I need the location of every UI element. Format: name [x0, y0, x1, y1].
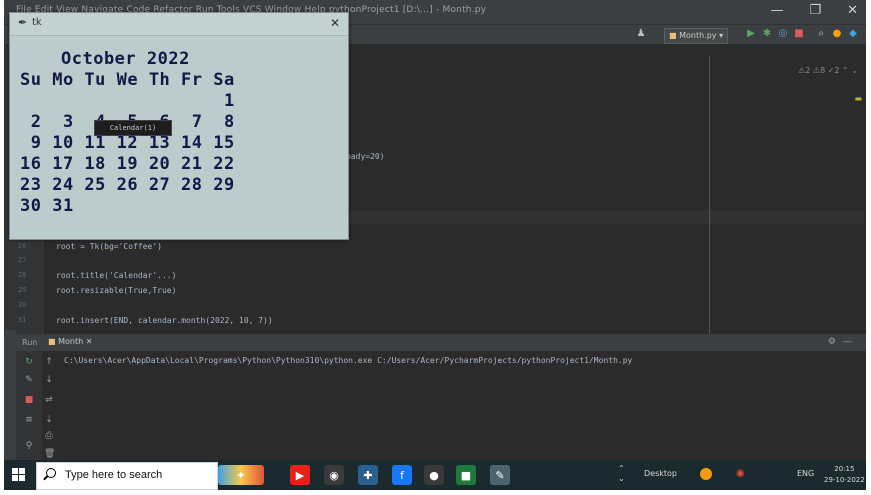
delete-icon[interactable]: 🗑: [44, 449, 55, 459]
tk-window-title: tk: [32, 17, 42, 28]
windows-taskbar: Type here to search ✦ ▶ ◉ ✚ f ● ■ ✎ ⌃ ⌄ D…: [4, 460, 866, 490]
youtube-icon[interactable]: ▶: [290, 465, 310, 485]
wrench-icon[interactable]: ✎: [24, 375, 34, 385]
taskbar-tooltip: Calendar(1): [94, 120, 172, 136]
tray-chrome-icon[interactable]: ◉: [736, 468, 745, 479]
coverage-icon[interactable]: ◎: [778, 29, 788, 39]
clock[interactable]: 20:15 29-10-2022: [824, 464, 865, 486]
language-indicator[interactable]: ENG: [797, 469, 814, 478]
start-button[interactable]: [12, 468, 26, 482]
close-icon[interactable]: ✕: [847, 3, 858, 18]
line-number: 29: [18, 286, 27, 294]
code-line: root.title('Calendar'...): [56, 271, 177, 280]
line-number: 31: [18, 316, 27, 324]
desktop-screen: File Edit View Navigate Code Refactor Ru…: [4, 0, 866, 490]
down-arrow-icon[interactable]: ↓: [44, 375, 54, 385]
code-line: root.resizable(True,True): [56, 286, 177, 295]
up-arrow-icon[interactable]: ↑: [44, 357, 54, 367]
stop-icon[interactable]: ■: [24, 395, 34, 405]
code-line: pady=20): [346, 152, 385, 161]
line-number: 30: [18, 301, 27, 309]
taskbar-search-box[interactable]: Type here to search: [36, 462, 218, 490]
settings-icon[interactable]: ⚙: [828, 337, 836, 347]
desktop-toolbar-label[interactable]: Desktop: [644, 469, 677, 478]
line-number: 26: [18, 242, 27, 250]
calendar-week-row: 9 10 11 12 13 14 15: [20, 133, 235, 153]
calendar-weekday-row: Su Mo Tu We Th Fr Sa: [20, 70, 235, 90]
search-placeholder: Type here to search: [65, 469, 163, 481]
line-number: 28: [18, 271, 27, 279]
soft-wrap-icon[interactable]: ⇌: [44, 395, 54, 405]
python-icon[interactable]: ✚: [358, 465, 378, 485]
run-panel-label: Run: [22, 338, 38, 347]
tk-titlebar[interactable]: ✒ tk ✕: [10, 13, 348, 36]
scroll-end-icon[interactable]: ⇣: [44, 415, 54, 425]
maximize-icon[interactable]: ❐: [809, 3, 821, 18]
clock-date: 29-10-2022: [824, 476, 865, 484]
calendar-week-row: 1: [20, 91, 235, 111]
widgets-icon[interactable]: ✦: [218, 465, 264, 485]
update-icon[interactable]: ●: [832, 29, 842, 39]
close-icon[interactable]: ✕: [330, 16, 340, 30]
code-line: root = Tk(bg='Coffee'): [56, 242, 162, 251]
run-panel-header: Run ■ Month ✕ ⚙ —: [4, 335, 866, 351]
pycharm-icon[interactable]: ■: [456, 465, 476, 485]
error-stripe-mark: ▬: [854, 94, 862, 103]
print-icon[interactable]: ⎙: [44, 431, 54, 441]
tk-calendar-window[interactable]: ✒ tk ✕ October 2022 Su Mo Tu We Th Fr Sa…: [9, 12, 349, 240]
layout-icon[interactable]: ≡: [24, 415, 34, 425]
calendar-week-row: 23 24 25 26 27 28 29: [20, 175, 235, 195]
rerun-icon[interactable]: ↻: [24, 357, 34, 367]
code-line: root.insert(END, calendar.month(2022, 10…: [56, 316, 273, 325]
calendar-week-row: 30 31: [20, 196, 74, 216]
run-tab-label: Month: [58, 337, 84, 346]
facebook-icon[interactable]: f: [392, 465, 412, 485]
line-number: 27: [18, 256, 27, 264]
right-margin-guide: [709, 56, 710, 334]
minimize-panel-icon[interactable]: —: [843, 337, 852, 347]
run-config-label: Month.py: [679, 31, 717, 40]
search-icon: [46, 468, 56, 478]
calendar-text: October 2022 Su Mo Tu We Th Fr Sa 1 2 3 …: [10, 35, 348, 239]
run-console-output[interactable]: C:\Users\Acer\AppData\Local\Programs\Pyt…: [64, 356, 632, 365]
minimize-icon[interactable]: —: [770, 3, 783, 18]
window-controls: — ❐ ✕: [770, 3, 858, 18]
run-tool-window: Run ■ Month ✕ ⚙ — ↻ ✎ ■ ≡ ⚲ ↑ ↓ ⇌ ⇣ ⎙ 🗑 …: [4, 334, 866, 461]
plugin-icon[interactable]: ◆: [848, 29, 858, 39]
taskbar-scroll-icon[interactable]: ⌃ ⌄: [618, 464, 625, 484]
tray-app-icon[interactable]: [700, 468, 712, 480]
python-file-icon: ■: [48, 337, 56, 346]
obs-icon[interactable]: ●: [424, 465, 444, 485]
run-tab-month[interactable]: ■ Month ✕: [48, 337, 92, 346]
inspection-widget[interactable]: ⚠2 ⚠8 ✓2 ⌃ ⌄: [798, 66, 858, 75]
notepad-icon[interactable]: ✎: [490, 465, 510, 485]
debug-icon[interactable]: ✱: [762, 29, 772, 39]
run-config-select[interactable]: ■ Month.py ▾: [664, 28, 729, 44]
tk-feather-icon: ✒: [18, 16, 28, 29]
calendar-month-header: October 2022: [61, 49, 190, 69]
calendar-week-row: 16 17 18 19 20 21 22: [20, 154, 235, 174]
chrome-icon[interactable]: ◉: [324, 465, 344, 485]
tool-window-strip: [4, 330, 16, 460]
clock-time: 20:15: [834, 465, 855, 473]
stop-icon[interactable]: ■: [794, 29, 804, 39]
search-everywhere-icon[interactable]: ⌕: [816, 29, 826, 39]
user-icon[interactable]: ♟: [636, 29, 646, 39]
run-icon[interactable]: ▶: [746, 29, 756, 39]
pin-icon[interactable]: ⚲: [24, 441, 34, 451]
python-file-icon: ■: [669, 31, 677, 40]
